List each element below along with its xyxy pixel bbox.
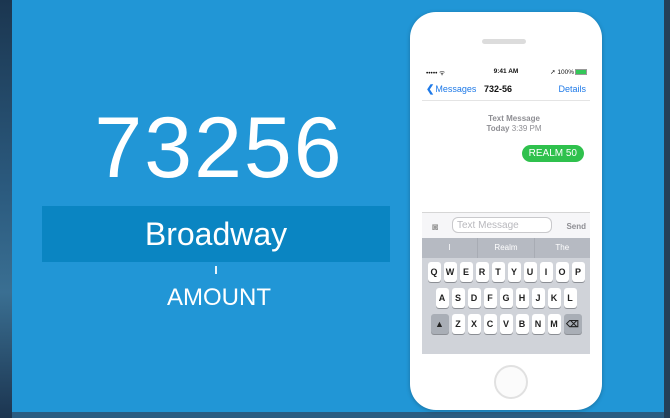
message-input[interactable]: Text Message bbox=[452, 217, 552, 233]
battery-icon bbox=[575, 69, 587, 76]
key[interactable]: R bbox=[475, 262, 489, 282]
shortcode-number: 73256 bbox=[94, 100, 344, 196]
keyboard-row-1: Q W E R T Y U I O P bbox=[422, 262, 590, 282]
chevron-left-icon: ❮ bbox=[426, 84, 435, 95]
keyboard-row-2: A S D F G H J K L bbox=[422, 288, 590, 308]
slide: 73256 Broadway AMOUNT ••••• ᯤ 9:41 AM ➚ … bbox=[12, 0, 664, 412]
right-edge bbox=[664, 0, 670, 418]
back-button[interactable]: ❮Messages bbox=[426, 84, 476, 95]
key[interactable]: P bbox=[571, 262, 585, 282]
key[interactable]: A bbox=[435, 288, 449, 308]
camera-icon[interactable]: ◙ bbox=[432, 222, 438, 233]
keyword-bar: Broadway bbox=[42, 206, 390, 262]
message-day: Today bbox=[486, 124, 510, 133]
key[interactable]: V bbox=[499, 314, 513, 334]
key[interactable]: Y bbox=[507, 262, 521, 282]
suggestion-item[interactable]: The bbox=[534, 238, 590, 258]
key[interactable]: E bbox=[459, 262, 473, 282]
delete-icon[interactable]: ⌫ bbox=[563, 314, 582, 334]
key[interactable]: Z bbox=[451, 314, 465, 334]
key[interactable]: S bbox=[451, 288, 465, 308]
phone: ••••• ᯤ 9:41 AM ➚ 100% ❮Messages 732-56 … bbox=[410, 12, 602, 410]
sent-message-bubble: REALM 50 bbox=[521, 145, 584, 162]
separator-tick bbox=[215, 266, 217, 274]
home-button[interactable] bbox=[494, 365, 528, 399]
key[interactable]: X bbox=[467, 314, 481, 334]
phone-screen: ••••• ᯤ 9:41 AM ➚ 100% ❮Messages 732-56 … bbox=[422, 64, 590, 354]
amount-label: AMOUNT bbox=[167, 284, 271, 311]
messages-nav-bar: ❮Messages 732-56 Details bbox=[422, 80, 590, 101]
key[interactable]: K bbox=[547, 288, 561, 308]
message-type: Text Message bbox=[488, 114, 540, 123]
details-button[interactable]: Details bbox=[558, 84, 586, 94]
key[interactable]: I bbox=[539, 262, 553, 282]
key[interactable]: N bbox=[531, 314, 545, 334]
key[interactable]: G bbox=[499, 288, 513, 308]
send-button[interactable]: Send bbox=[566, 222, 586, 231]
key[interactable]: J bbox=[531, 288, 545, 308]
message-meta: Text Message Today 3:39 PM bbox=[462, 114, 566, 134]
key[interactable]: H bbox=[515, 288, 529, 308]
battery-indicator: ➚ 100% bbox=[550, 68, 587, 76]
suggestion-item[interactable]: Realm bbox=[478, 238, 535, 258]
phone-speaker bbox=[482, 39, 526, 44]
suggestion-bar: I Realm The bbox=[422, 238, 590, 258]
key[interactable]: Q bbox=[427, 262, 441, 282]
key[interactable]: M bbox=[547, 314, 561, 334]
key[interactable]: T bbox=[491, 262, 505, 282]
keyboard-row-3: ▲ Z X C V B N M ⌫ bbox=[422, 314, 590, 334]
suggestion-item[interactable]: I bbox=[422, 238, 479, 258]
key[interactable]: O bbox=[555, 262, 569, 282]
key[interactable]: W bbox=[443, 262, 457, 282]
key[interactable]: B bbox=[515, 314, 529, 334]
conversation-title: 732-56 bbox=[484, 84, 513, 94]
keyword-label: Broadway bbox=[144, 215, 288, 252]
battery-label: ➚ 100% bbox=[550, 69, 574, 76]
keyboard: I Realm The Q W E R T Y U I O P A S D F … bbox=[422, 238, 590, 354]
key[interactable]: L bbox=[563, 288, 577, 308]
back-label: Messages bbox=[435, 84, 477, 94]
shift-icon[interactable]: ▲ bbox=[430, 314, 449, 334]
left-edge bbox=[0, 0, 12, 418]
status-bar: ••••• ᯤ 9:41 AM ➚ 100% bbox=[422, 67, 590, 77]
key[interactable]: U bbox=[523, 262, 537, 282]
message-input-bar: ◙ Text Message Send bbox=[422, 212, 590, 239]
key[interactable]: D bbox=[467, 288, 481, 308]
key[interactable]: F bbox=[483, 288, 497, 308]
message-time: 3:39 PM bbox=[511, 124, 542, 133]
key[interactable]: C bbox=[483, 314, 497, 334]
